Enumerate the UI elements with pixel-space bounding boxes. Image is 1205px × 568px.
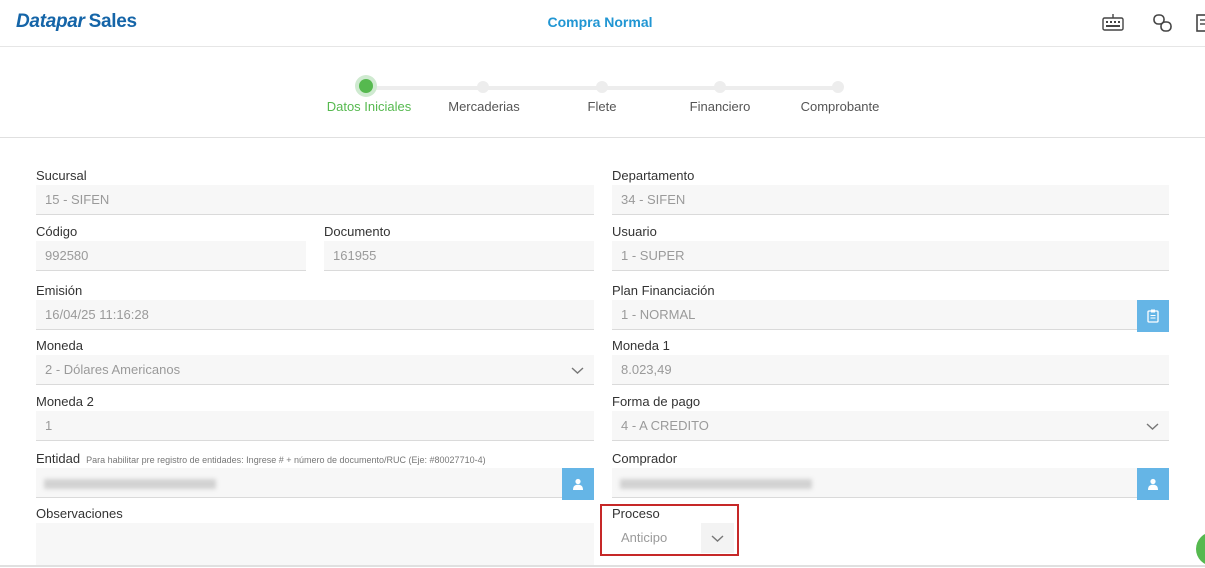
chevron-down-icon[interactable] [1136,411,1169,441]
moneda-value: 2 - Dólares Americanos [45,362,181,377]
step-dot-flete[interactable] [596,81,608,93]
step-dot-comprobante[interactable] [832,81,844,93]
brand-part1: Datapar [16,11,85,32]
redacted-value [44,479,216,489]
entidad-input[interactable] [36,468,594,500]
observaciones-textarea[interactable] [36,523,594,567]
plan-financiacion-value: 1 - NORMAL [621,307,696,322]
moneda1-label: Moneda 1 [612,338,670,353]
page-title: Compra Normal [547,14,653,30]
entidad-field: Entidad Para habilitar pre registro de en… [36,451,594,500]
emision-label: Emisión [36,283,83,298]
entidad-user-button[interactable] [562,468,594,500]
document-icon[interactable] [1196,12,1205,34]
codigo-field: Código 992580 [36,224,306,271]
departamento-input[interactable]: 34 - SIFEN [612,185,1169,215]
observaciones-label: Observaciones [36,506,123,521]
departamento-label: Departamento [612,168,695,183]
codigo-value: 992580 [45,248,89,263]
usuario-field: Usuario 1 - SUPER [612,224,1169,271]
user-icon [1148,478,1158,490]
comprador-user-button[interactable] [1137,468,1169,500]
documento-value: 161955 [333,248,377,263]
documento-label: Documento [324,224,391,239]
step-label-flete[interactable]: Flete [588,99,617,114]
documento-field: Documento 161955 [324,224,594,271]
usuario-label: Usuario [612,224,657,239]
link-icon[interactable] [1152,12,1174,34]
emision-input[interactable]: 16/04/25 11:16:28 [36,300,594,330]
step-label-datos-iniciales[interactable]: Datos Iniciales [327,99,412,114]
clipboard-icon [1147,309,1159,323]
moneda2-label: Moneda 2 [36,394,94,409]
moneda1-value: 8.023,49 [621,362,672,377]
plan-clipboard-button[interactable] [1137,300,1169,332]
step-label-comprobante[interactable]: Comprobante [801,99,880,114]
emision-value: 16/04/25 11:16:28 [45,307,149,322]
redacted-value [620,479,812,489]
codigo-label: Código [36,224,78,239]
observaciones-field: Observaciones [36,506,594,567]
sucursal-field: Sucursal 15 - SIFEN [36,168,594,215]
moneda-select[interactable]: 2 - Dólares Americanos [36,355,594,385]
codigo-input[interactable]: 992580 [36,241,306,271]
app-header: Datapar Sales Compra Normal [0,0,1205,47]
keyboard-icon[interactable] [1102,12,1124,34]
chevron-down-icon[interactable] [561,355,594,385]
step-dot-datos-iniciales[interactable] [359,79,373,93]
moneda-field: Moneda 2 - Dólares Americanos [36,338,594,385]
plan-financiacion-label: Plan Financiación [612,283,715,298]
forma-pago-value: 4 - A CREDITO [621,418,709,433]
step-label-mercaderias[interactable]: Mercaderias [448,99,520,114]
departamento-field: Departamento 34 - SIFEN [612,168,1169,215]
user-icon [573,478,583,490]
sucursal-label: Sucursal [36,168,87,183]
proceso-highlight-box [600,504,739,556]
floating-action-button[interactable] [1196,532,1205,566]
moneda-label: Moneda [36,338,83,353]
forma-pago-field: Forma de pago 4 - A CREDITO [612,394,1169,441]
step-dot-financiero[interactable] [714,81,726,93]
entidad-label: Entidad [36,451,81,466]
emision-field: Emisión 16/04/25 11:16:28 [36,283,594,330]
moneda2-value: 1 [45,418,53,433]
brand-logo: Datapar Sales [16,11,137,33]
comprador-field: Comprador [612,451,1169,500]
forma-pago-label: Forma de pago [612,394,701,409]
entidad-hint: Para habilitar pre registro de entidades… [86,455,486,465]
sucursal-input[interactable]: 15 - SIFEN [36,185,594,215]
brand-part2: Sales [88,11,137,32]
comprador-label: Comprador [612,451,678,466]
sucursal-value: 15 - SIFEN [45,192,110,207]
usuario-value: 1 - SUPER [621,248,685,263]
forma-pago-select[interactable]: 4 - A CREDITO [612,411,1169,441]
documento-input[interactable]: 161955 [324,241,594,271]
plan-financiacion-input[interactable]: 1 - NORMAL [612,300,1169,332]
wizard-stepper: Datos Iniciales Mercaderias Flete Financ… [0,47,1205,138]
moneda2-field: Moneda 2 1 [36,394,594,441]
moneda1-input[interactable]: 8.023,49 [612,355,1169,385]
moneda1-field: Moneda 1 8.023,49 [612,338,1169,385]
entidad-label-row: Entidad Para habilitar pre registro de en… [36,451,594,467]
departamento-value: 34 - SIFEN [621,192,686,207]
usuario-input[interactable]: 1 - SUPER [612,241,1169,271]
step-dot-mercaderias[interactable] [477,81,489,93]
comprador-input[interactable] [612,468,1169,500]
bottom-divider [0,565,1205,567]
plan-financiacion-field: Plan Financiación 1 - NORMAL [612,283,1169,332]
step-label-financiero[interactable]: Financiero [690,99,751,114]
moneda2-input[interactable]: 1 [36,411,594,441]
